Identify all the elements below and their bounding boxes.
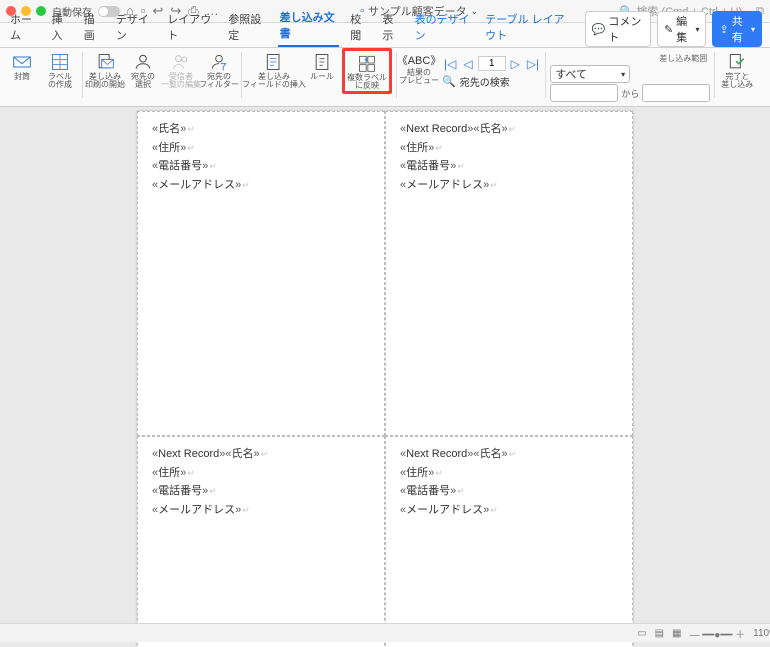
chevron-down-icon: ▾: [751, 25, 755, 34]
insert-merge-field-button[interactable]: 差し込み フィールドの挿入: [246, 50, 302, 90]
range-from-input[interactable]: [550, 84, 618, 102]
tab-4[interactable]: レイアウト: [165, 7, 217, 47]
merge-field-line: 電話番号↵: [400, 482, 618, 501]
from-label: から: [621, 87, 639, 100]
merge-field-line: 住所↵: [152, 139, 370, 158]
label-cell[interactable]: 氏名↵住所↵電話番号↵メールアドレス↵: [137, 111, 385, 436]
chevron-down-icon: ▾: [695, 25, 699, 34]
range-label: 差し込み範囲: [550, 53, 710, 64]
abc-icon: 《ABC》: [397, 52, 442, 68]
merge-field-line: 住所↵: [152, 464, 370, 483]
chevron-down-icon: ▾: [621, 70, 625, 79]
merge-field-line: メールアドレス↵: [400, 501, 618, 520]
rules-button[interactable]: ルール: [304, 50, 340, 81]
merge-field-line: メールアドレス↵: [152, 501, 370, 520]
tab-10[interactable]: テーブル レイアウト: [483, 7, 575, 47]
search-icon: 🔍: [442, 75, 456, 88]
find-recipient-button[interactable]: 宛先の検索: [460, 74, 510, 89]
tab-3[interactable]: デザイン: [114, 7, 156, 47]
ribbon: 封筒 ラベル の作成 差し込み 印刷の開始 宛先の 選択 受信者 一覧の編集 宛…: [0, 48, 770, 107]
merge-field-line: Next Record氏名↵: [152, 445, 370, 464]
tab-7[interactable]: 校閲: [348, 7, 371, 47]
label-cell[interactable]: Next Record氏名↵住所↵電話番号↵メールアドレス↵: [385, 111, 633, 436]
start-mail-merge-button[interactable]: 差し込み 印刷の開始: [87, 50, 123, 90]
zoom-level[interactable]: 110%: [753, 628, 770, 639]
record-number-input[interactable]: [478, 56, 506, 71]
update-labels-button[interactable]: 複数ラベル に反映: [342, 48, 392, 94]
view-focus-icon[interactable]: ▭: [637, 628, 646, 639]
tab-1[interactable]: 挿入: [50, 7, 73, 47]
tab-5[interactable]: 参照設定: [226, 7, 268, 47]
pencil-icon: ✎: [664, 23, 673, 36]
merge-field-line: メールアドレス↵: [152, 176, 370, 195]
last-record-button[interactable]: ▷|: [525, 57, 541, 71]
label-cell[interactable]: Next Record氏名↵住所↵電話番号↵メールアドレス↵: [137, 436, 385, 647]
merge-range-group: 差し込み範囲 すべて▾ から: [550, 53, 710, 102]
select-recipients-button[interactable]: 宛先の 選択: [125, 50, 161, 90]
merge-field-line: 氏名↵: [152, 120, 370, 139]
editing-button[interactable]: ✎編集▾: [657, 11, 707, 47]
range-select[interactable]: すべて▾: [550, 65, 630, 83]
comment-icon: 💬: [592, 23, 606, 36]
next-record-button[interactable]: ▷: [509, 57, 522, 71]
envelopes-button[interactable]: 封筒: [4, 50, 40, 81]
preview-results-button[interactable]: 《ABC》 結果の プレビュー: [401, 50, 437, 86]
tab-9[interactable]: 表のデザイン: [413, 7, 475, 47]
label-sheet: 氏名↵住所↵電話番号↵メールアドレス↵Next Record氏名↵住所↵電話番号…: [137, 111, 633, 647]
comments-button[interactable]: 💬コメント: [585, 11, 651, 47]
share-button[interactable]: ⇪共有▾: [712, 11, 762, 47]
merge-field-line: 電話番号↵: [152, 482, 370, 501]
filter-recipients-button[interactable]: 宛先の フィルター: [201, 50, 237, 90]
label-cell[interactable]: Next Record氏名↵住所↵電話番号↵メールアドレス↵: [385, 436, 633, 647]
merge-field-line: 電話番号↵: [400, 157, 618, 176]
merge-field-line: 住所↵: [400, 464, 618, 483]
edit-recipients-button[interactable]: 受信者 一覧の編集: [163, 50, 199, 90]
status-bar: ▭ ▤ ▦ — ━━●━━ ＋ 110%: [0, 623, 770, 642]
tab-8[interactable]: 表示: [380, 7, 403, 47]
view-print-icon[interactable]: ▤: [655, 628, 664, 639]
autosave-toggle[interactable]: [98, 6, 120, 17]
finish-merge-button[interactable]: 完了と 差し込み: [719, 50, 755, 90]
record-navigation: |◁ ◁ ▷ ▷|: [442, 56, 541, 71]
merge-field-line: Next Record氏名↵: [400, 120, 618, 139]
merge-field-line: Next Record氏名↵: [400, 445, 618, 464]
merge-field-line: 電話番号↵: [152, 157, 370, 176]
tab-6[interactable]: 差し込み文書: [278, 5, 340, 47]
share-icon: ⇪: [719, 23, 728, 36]
tab-0[interactable]: ホーム: [8, 7, 41, 47]
zoom-slider[interactable]: — ━━●━━ ＋: [689, 626, 745, 641]
merge-field-line: メールアドレス↵: [400, 176, 618, 195]
prev-record-button[interactable]: ◁: [461, 57, 474, 71]
view-web-icon[interactable]: ▦: [672, 628, 681, 639]
merge-field-line: 住所↵: [400, 139, 618, 158]
first-record-button[interactable]: |◁: [442, 57, 458, 71]
labels-button[interactable]: ラベル の作成: [42, 50, 78, 90]
document-canvas[interactable]: 氏名↵住所↵電話番号↵メールアドレス↵Next Record氏名↵住所↵電話番号…: [0, 107, 770, 647]
range-to-input[interactable]: [642, 84, 710, 102]
ribbon-tabs: ホーム挿入描画デザインレイアウト参照設定差し込み文書校閲表示表のデザインテーブル…: [0, 23, 770, 48]
